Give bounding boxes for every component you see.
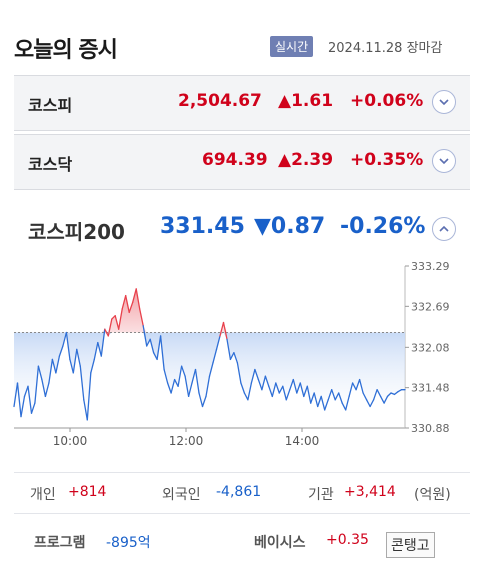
chevron-up-icon[interactable] — [432, 217, 456, 241]
kospi200-row[interactable]: 코스피200 331.45 ▼0.87 -0.26% — [14, 208, 470, 248]
foreign-value: -4,861 — [216, 484, 262, 500]
program-trading-row: 프로그램 -895억 베이시스 +0.35 콘탱고 — [14, 528, 470, 558]
index-change: ▲2.39 — [278, 150, 334, 170]
kospi200-change-pct: -0.26% — [340, 214, 426, 239]
market-header: 오늘의 증시 실시간 2024.11.28 장마감 — [14, 30, 474, 66]
y-tick-label: 332.69 — [411, 300, 450, 313]
institution-label: 기관 — [308, 487, 334, 503]
realtime-badge: 실시간 — [270, 36, 314, 57]
contango-badge: 콘탱고 — [386, 532, 435, 558]
page-title: 오늘의 증시 — [14, 38, 118, 63]
kospi200-value: 331.45 — [160, 214, 245, 239]
unit-label: (억원) — [414, 487, 451, 503]
kospi200-change: ▼0.87 — [254, 214, 326, 239]
index-change: ▲1.61 — [278, 91, 334, 111]
basis-value: +0.35 — [326, 532, 369, 548]
individual-value: +814 — [68, 484, 107, 500]
index-name: 코스피 — [28, 96, 73, 115]
x-tick-label: 12:00 — [169, 434, 204, 448]
index-name: 코스닥 — [28, 155, 73, 174]
investor-flow-bar: 개인 +814 외국인 -4,861 기관 +3,414 (억원) — [14, 472, 470, 514]
chevron-down-icon[interactable] — [432, 149, 456, 173]
individual-label: 개인 — [30, 487, 56, 503]
y-tick-label: 333.29 — [411, 260, 450, 273]
index-change-pct: +0.35% — [350, 150, 424, 170]
foreign-label: 외국인 — [162, 487, 201, 503]
x-tick-label: 14:00 — [285, 434, 320, 448]
institution-value: +3,414 — [344, 484, 396, 500]
kospi200-name: 코스피200 — [28, 220, 125, 244]
y-tick-label: 330.88 — [411, 422, 450, 435]
index-row-kospi[interactable]: 코스피 2,504.67 ▲1.61 +0.06% — [14, 75, 470, 131]
index-value: 694.39 — [202, 150, 268, 170]
index-change-pct: +0.06% — [350, 91, 424, 111]
market-date-status: 2024.11.28 장마감 — [328, 41, 443, 56]
basis-label: 베이시스 — [254, 535, 306, 551]
index-row-kosdaq[interactable]: 코스닥 694.39 ▲2.39 +0.35% — [14, 134, 470, 190]
y-tick-label: 332.08 — [411, 341, 450, 354]
program-value: -895억 — [106, 535, 151, 551]
intraday-chart: 333.29 332.69 332.08 331.48 330.88 10:00 12:00… — [13, 260, 450, 448]
area-above-baseline — [14, 288, 405, 333]
program-label: 프로그램 — [34, 535, 86, 551]
x-tick-label: 10:00 — [53, 434, 88, 448]
y-tick-label: 331.48 — [411, 382, 450, 395]
index-value: 2,504.67 — [178, 91, 262, 111]
chevron-down-icon[interactable] — [432, 90, 456, 114]
